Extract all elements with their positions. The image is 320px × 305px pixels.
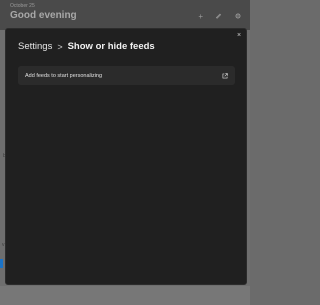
date-label: October 25 <box>10 3 35 9</box>
add-icon[interactable]: + <box>198 12 203 22</box>
widgets-screen: October 25 Good evening + b v × Settings… <box>0 0 250 305</box>
page-title: Show or hide feeds <box>67 41 155 52</box>
header-actions: + <box>198 12 242 22</box>
breadcrumb-settings-link[interactable]: Settings <box>18 41 52 52</box>
close-button[interactable]: × <box>234 31 244 41</box>
breadcrumb: Settings > Show or hide feeds <box>18 41 155 52</box>
gear-icon[interactable] <box>234 12 242 22</box>
add-feeds-label: Add feeds to start personalizing <box>25 72 103 79</box>
settings-dialog: × Settings > Show or hide feeds Add feed… <box>5 28 247 285</box>
pen-icon[interactable] <box>215 12 222 22</box>
bottom-strip <box>0 286 250 305</box>
accent-indicator <box>0 259 3 268</box>
widgets-header: October 25 Good evening + <box>0 0 250 30</box>
add-feeds-row[interactable]: Add feeds to start personalizing <box>18 66 235 85</box>
external-link-icon <box>222 72 228 79</box>
greeting-label: Good evening <box>10 10 77 21</box>
breadcrumb-separator: > <box>57 41 63 52</box>
